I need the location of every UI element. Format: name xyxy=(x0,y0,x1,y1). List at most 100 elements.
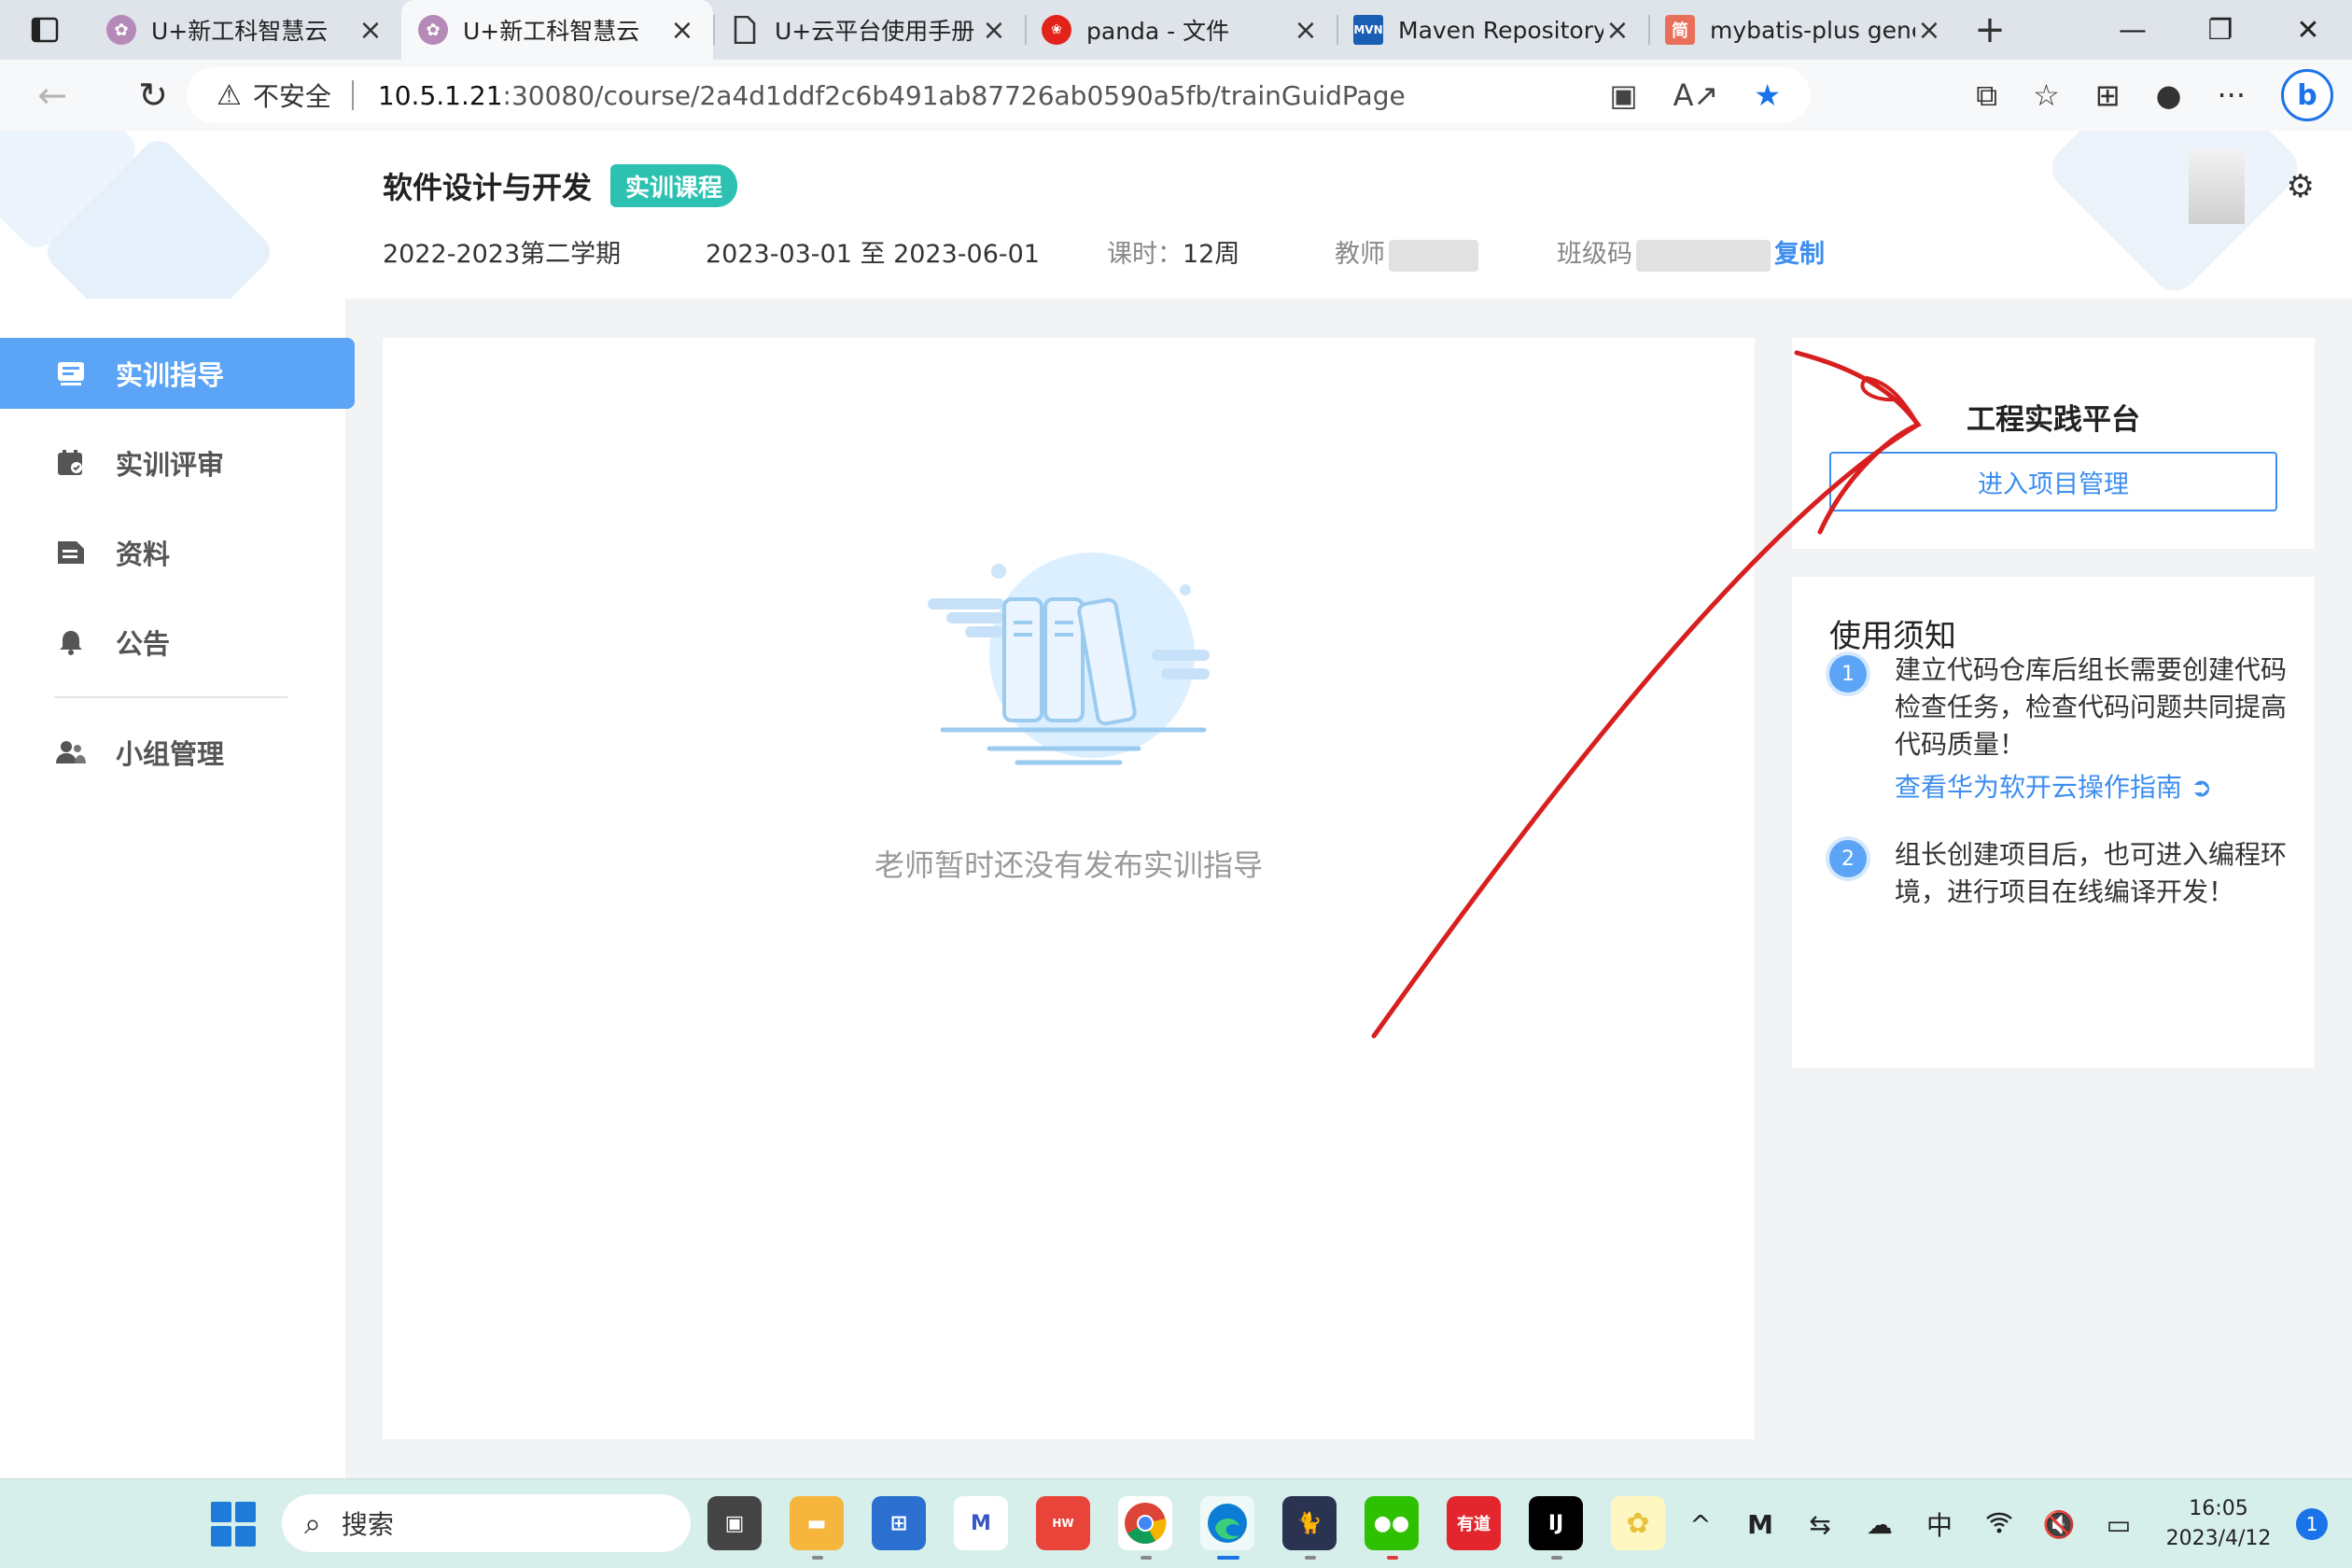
close-tab-icon[interactable]: × xyxy=(357,14,385,47)
settings-sliders-icon[interactable]: ⇆ xyxy=(1790,1509,1850,1540)
system-clock[interactable]: 16:05 2023/4/12 xyxy=(2149,1494,2289,1554)
microsoft-store-icon[interactable]: ⊞ xyxy=(872,1496,926,1550)
extensions-icon[interactable]: ⧉ xyxy=(1976,77,1997,114)
task-view-icon[interactable]: ▣ xyxy=(707,1496,762,1550)
usage-notice-card: 使用须知 1 建立代码仓库后组长需要创建代码检查任务，检查代码问题共同提高代码质… xyxy=(1792,577,2315,1068)
close-tab-icon[interactable]: × xyxy=(980,14,1008,47)
sidebar-item-announcements[interactable]: 公告 xyxy=(0,607,355,678)
platform-title: 工程实践平台 xyxy=(1967,403,2140,437)
sidebar-item-materials[interactable]: 资料 xyxy=(0,517,355,588)
browser-tab[interactable]: U+云平台使用手册 × xyxy=(713,0,1025,60)
empty-books-illustration xyxy=(928,553,1210,765)
course-sidebar: 实训指导 实训评审 资料 公告 小组管理 xyxy=(0,299,355,1478)
url-bar[interactable]: ⚠ 不安全 10.5.1.21:30080/course/2a4d1ddf2c6… xyxy=(187,67,1811,123)
notice-title: 使用须知 xyxy=(1829,618,1956,655)
sidebar-item-label: 实训评审 xyxy=(116,449,225,481)
huawei-appgallery-icon[interactable]: HW xyxy=(1036,1496,1090,1550)
collections-icon[interactable]: ⊞ xyxy=(2095,77,2121,113)
empty-state-message: 老师暂时还没有发布实训指导 xyxy=(874,847,1263,883)
restore-button[interactable]: ❐ xyxy=(2177,0,2264,60)
more-menu-icon[interactable]: ··· xyxy=(2217,77,2246,113)
ime-indicator[interactable]: 中 xyxy=(1910,1505,1969,1543)
url-path: :30080/course/2a4d1ddf2c6b491ab87726ab05… xyxy=(502,79,1406,111)
notification-badge[interactable]: 1 xyxy=(2296,1508,2328,1540)
close-tab-icon[interactable]: × xyxy=(668,14,696,47)
battery-icon[interactable]: ▭ xyxy=(2089,1509,2149,1540)
tab-title: U+新工科智慧云 xyxy=(463,18,640,45)
bing-copilot-icon[interactable]: b xyxy=(2281,69,2333,121)
close-tab-icon[interactable]: × xyxy=(1915,14,1943,47)
windows-logo-icon xyxy=(235,1526,256,1547)
show-hidden-icons-chevron-icon[interactable]: ^ xyxy=(1671,1509,1730,1540)
avatar[interactable] xyxy=(2189,149,2245,224)
course-hours: 课时：12周 xyxy=(1107,233,1239,270)
mail-tray-icon[interactable]: M xyxy=(1730,1509,1790,1540)
sidebar-item-group-management[interactable]: 小组管理 xyxy=(0,717,355,788)
favorite-star-icon[interactable]: ★ xyxy=(1754,77,1781,113)
onedrive-cloud-icon[interactable]: ☁ xyxy=(1850,1509,1910,1540)
windows-logo-icon xyxy=(211,1502,231,1522)
minimize-button[interactable]: — xyxy=(2089,0,2177,60)
class-code-label: 班级码 xyxy=(1557,240,1632,269)
document-icon xyxy=(56,538,86,567)
warning-icon: ⚠ xyxy=(217,78,242,112)
wechat-icon[interactable]: ●● xyxy=(1365,1496,1419,1560)
running-indicator xyxy=(812,1556,823,1560)
mvn-logo-icon: MVN xyxy=(1353,15,1383,45)
intellij-idea-icon[interactable]: IJ xyxy=(1529,1496,1583,1560)
browser-tab[interactable]: ✿ U+新工科智慧云 × xyxy=(90,0,401,60)
clock-date: 2023/4/12 xyxy=(2165,1527,2272,1550)
cloud-app-icon[interactable]: ✿ xyxy=(1611,1496,1665,1550)
step-number-badge: 2 xyxy=(1829,840,1867,877)
mail-app-icon[interactable]: M xyxy=(954,1496,1008,1550)
review-icon xyxy=(56,448,86,478)
read-aloud-icon[interactable]: A↗ xyxy=(1673,77,1719,113)
youdao-icon[interactable]: 有道 xyxy=(1447,1496,1501,1550)
copy-class-code-link[interactable]: 复制 xyxy=(1774,240,1825,269)
close-tab-icon[interactable]: × xyxy=(1603,14,1631,47)
wifi-icon[interactable] xyxy=(1969,1509,2029,1540)
edge-browser-icon[interactable] xyxy=(1200,1496,1254,1560)
volume-muted-icon[interactable]: 🔇 xyxy=(2029,1509,2089,1540)
huawei-logo-icon: ❀ xyxy=(1042,15,1071,45)
class-code-field: 班级码 复制 xyxy=(1557,233,1825,272)
favorites-icon[interactable]: ☆ xyxy=(2033,77,2060,113)
blocked-popup-icon[interactable]: ▣ xyxy=(1609,77,1637,113)
sidebar-item-training-guide[interactable]: 实训指导 xyxy=(0,338,355,409)
terminal-cat-icon[interactable]: 🐈 xyxy=(1282,1496,1337,1560)
bell-icon xyxy=(56,627,86,657)
browser-tab[interactable]: MVN Maven Repository: × xyxy=(1337,0,1648,60)
url-host: 10.5.1.21 xyxy=(377,79,503,111)
browser-tab[interactable]: 简 mybatis-plus gene × xyxy=(1648,0,1960,60)
chrome-icon[interactable] xyxy=(1118,1496,1172,1560)
course-type-badge: 实训课程 xyxy=(610,164,738,207)
start-button[interactable] xyxy=(211,1502,256,1547)
huawei-guide-link[interactable]: 查看华为软开云操作指南 ➲ xyxy=(1895,767,2212,805)
profile-icon[interactable]: ● xyxy=(2156,77,2182,113)
taskbar-search[interactable]: ⌕ 搜索 xyxy=(282,1494,691,1552)
settings-icon[interactable]: ⚙ xyxy=(2287,168,2315,205)
back-button[interactable]: ← xyxy=(19,62,86,129)
sidebar-item-label: 资料 xyxy=(116,539,171,570)
university-logo-icon: ✿ xyxy=(106,15,136,45)
url-actions: ▣ A↗ ★ xyxy=(1609,77,1781,113)
back-arrow-icon: ← xyxy=(37,75,67,116)
file-explorer-icon[interactable]: ▬ xyxy=(790,1496,844,1560)
plus-icon: + xyxy=(1974,8,2006,51)
close-icon: ✕ xyxy=(2296,13,2320,47)
close-tab-icon[interactable]: × xyxy=(1292,14,1320,47)
browser-tab[interactable]: ❀ panda - 文件 × xyxy=(1025,0,1337,60)
tab-actions-button[interactable] xyxy=(0,0,90,60)
notice-text: 建立代码仓库后组长需要创建代码检查任务，检查代码问题共同提高代码质量！ xyxy=(1895,654,2288,760)
sidebar-item-label: 小组管理 xyxy=(116,738,225,770)
enter-project-management-button[interactable]: 进入项目管理 xyxy=(1829,452,2277,511)
course-term: 2022-2023第二学期 xyxy=(383,240,622,269)
browser-tab-active[interactable]: ✿ U+新工科智慧云 × xyxy=(401,0,713,60)
refresh-button[interactable]: ↻ xyxy=(119,62,187,129)
system-tray: ^ M ⇆ ☁ 中 🔇 ▭ 16:05 2023/4/12 1 xyxy=(1671,1479,2352,1568)
engineering-platform-card: 工程实践平台 进入项目管理 xyxy=(1792,338,2315,549)
sidebar-item-training-review[interactable]: 实训评审 xyxy=(0,427,355,498)
url-divider xyxy=(351,80,354,110)
new-tab-button[interactable]: + xyxy=(1960,0,2020,60)
close-window-button[interactable]: ✕ xyxy=(2264,0,2352,60)
